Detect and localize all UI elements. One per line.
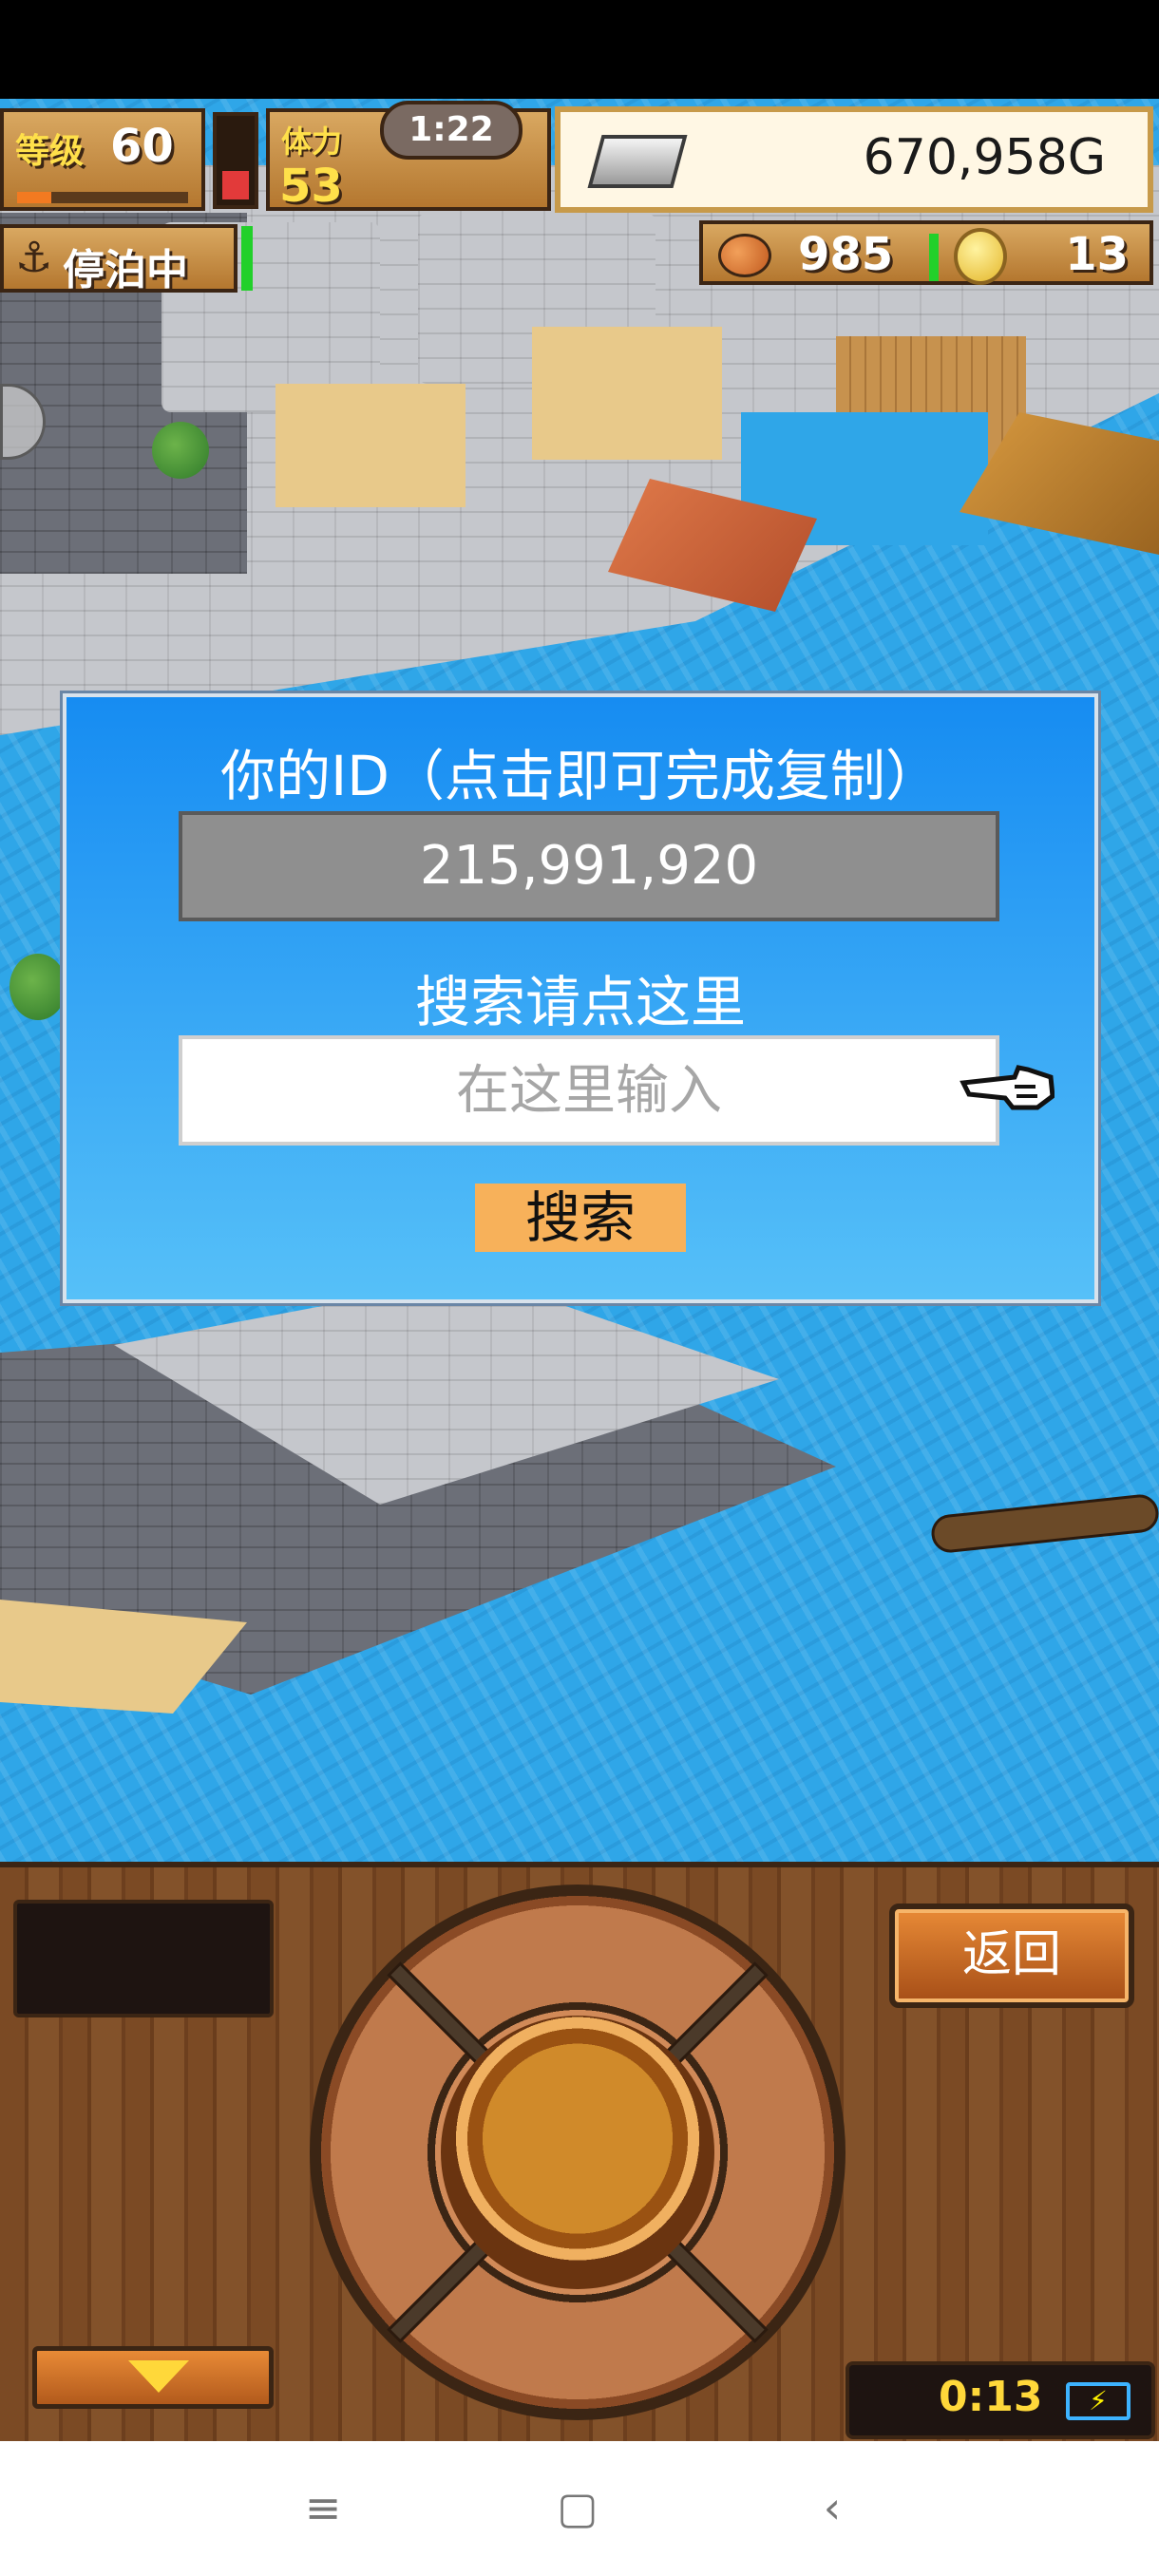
countdown-display: 0:13 ⚡ [846, 2361, 1155, 2439]
collapse-button[interactable] [32, 2346, 274, 2409]
system-nav-bar: ≡ ▢ ‹ [0, 2441, 1159, 2576]
player-id-copy-field[interactable]: 215,991,920 [179, 811, 999, 921]
level-progress-bar [17, 192, 188, 203]
dialog-title: 你的ID（点击即可完成复制） [220, 744, 940, 808]
level-panel[interactable]: 等级 60 [0, 108, 205, 211]
search-input[interactable] [179, 1035, 999, 1146]
market-plot [276, 384, 466, 507]
gold-amount: 670,958G [863, 129, 1106, 186]
docked-status[interactable]: ⚓ 停泊中 [0, 224, 238, 294]
pointing-hand-icon [960, 1065, 1054, 1110]
control-panel: 返回 0:13 ⚡ [0, 1862, 1159, 2441]
coin-amount: 13 [1065, 228, 1129, 281]
search-hint: 搜索请点这里 [414, 970, 746, 1034]
menu-icon[interactable]: ≡ [285, 2470, 361, 2546]
docked-label: 停泊中 [63, 246, 188, 294]
stamina-label: 体力 [281, 123, 343, 160]
food-icon [718, 234, 771, 277]
info-slot [13, 1900, 274, 2017]
anchor-icon: ⚓ [15, 234, 53, 282]
energy-fill [222, 170, 249, 199]
resources-panel[interactable]: 985 13 [699, 220, 1153, 285]
countdown-text: 0:13 [939, 2373, 1043, 2421]
medal-coin-icon [954, 228, 1007, 285]
food-amount: 985 [798, 228, 894, 281]
level-value: 60 [110, 120, 174, 173]
tree [152, 422, 209, 479]
stamina-value: 53 [279, 160, 343, 213]
energy-gauge [213, 112, 258, 209]
lightning-battery-icon: ⚡ [1066, 2382, 1130, 2420]
silver-bar-icon [587, 135, 688, 188]
cannon[interactable] [929, 1492, 1159, 1555]
back-nav-icon[interactable]: ‹ [794, 2470, 870, 2546]
stamina-timer: 1:22 [380, 101, 522, 160]
market-plot-2 [532, 327, 722, 460]
level-progress-fill [17, 192, 51, 203]
food-indicator [929, 234, 939, 281]
hud: 等级 60 体力 53 1:22 670,958G ⚓ 停泊中 985 13 [0, 99, 1159, 460]
tree [10, 954, 66, 1020]
level-label: 等级 [15, 132, 85, 171]
status-indicator [241, 226, 253, 291]
down-arrow-icon [128, 2360, 189, 2393]
home-icon[interactable]: ▢ [540, 2470, 616, 2546]
wheel-center-button[interactable] [441, 2016, 714, 2289]
gold-panel[interactable]: 670,958G [555, 106, 1153, 213]
back-button[interactable]: 返回 [889, 1904, 1134, 2008]
search-button[interactable]: 搜索 [475, 1184, 686, 1252]
friend-id-dialog: 你的ID（点击即可完成复制） 215,991,920 搜索请点这里 搜索 [63, 693, 1098, 1303]
status-bar [0, 0, 1159, 99]
